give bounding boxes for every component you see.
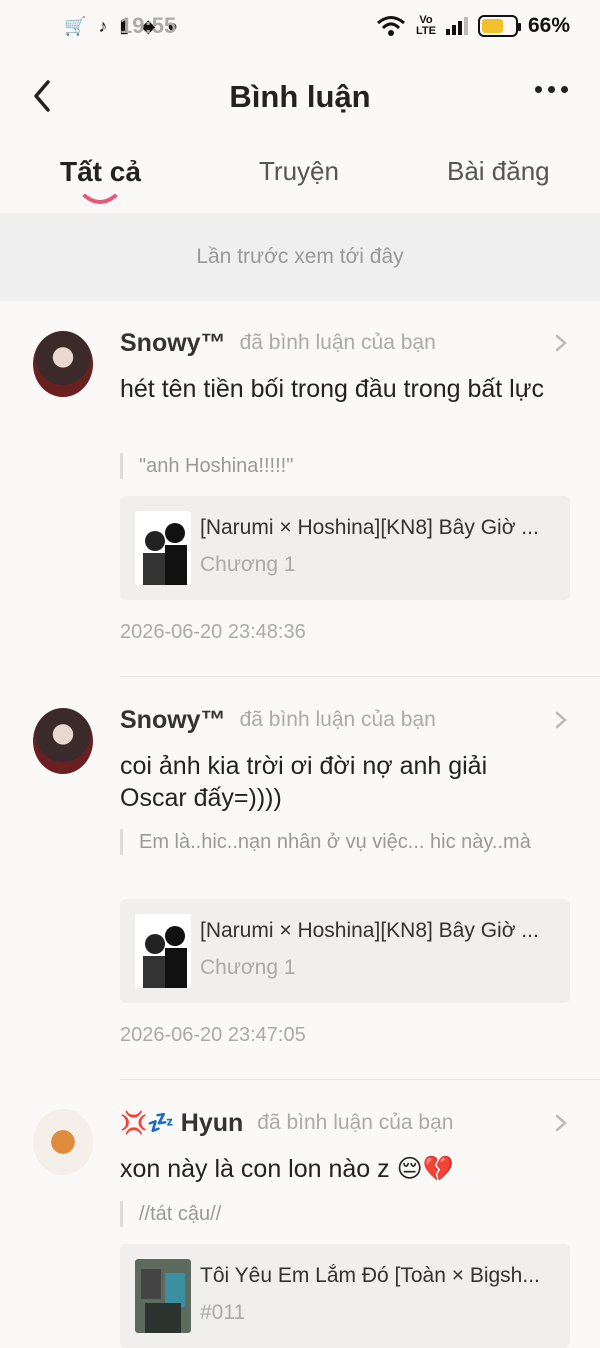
comment-text: xon này là con lon nào z 😔💔 [120,1155,454,1183]
chapter-label: #011 [200,1301,246,1324]
system-icons: Vo LTE 66% [376,14,570,38]
app-header: Bình luận [0,52,600,142]
status-time: 19:55 [120,13,177,38]
comment-timestamp: 2026-06-20 23:47:05 [120,1024,306,1046]
story-card[interactable]: Tôi Yêu Em Lắm Đó [Toàn × Bigsh... #011 [120,1244,570,1348]
story-thumbnail [135,914,191,988]
tab-posts[interactable]: Bài đăng [447,156,550,187]
chapter-label: Chương 1 [200,956,296,979]
volte-icon: Vo LTE [416,14,436,37]
comment-header: Snowy™ đã bình luận của bạn [120,325,436,361]
last-seen-notice: Lần trước xem tới đây [0,213,600,301]
comment-timestamp: 2026-06-20 23:48:36 [120,621,306,643]
tab-stories[interactable]: Truyện [259,156,339,187]
story-title: Tôi Yêu Em Lắm Đó [Toàn × Bigsh... [200,1264,540,1287]
story-card[interactable]: [Narumi × Hoshina][KN8] Bây Giờ ... Chươ… [120,899,570,1003]
action-text: đã bình luận của bạn [257,1111,454,1134]
action-text: đã bình luận của bạn [239,331,436,354]
battery-percent: 66% [527,14,570,37]
story-title: [Narumi × Hoshina][KN8] Bây Giờ ... [200,516,539,539]
chevron-right-icon[interactable] [554,710,568,730]
quoted-text: Em là..hic..nạn nhân ở vụ việc... hic nà… [120,829,560,855]
comment-text: coi ảnh kia trời ơi đời nợ anh giải Osca… [120,752,488,812]
avatar[interactable] [33,331,93,397]
chevron-right-icon[interactable] [554,333,568,353]
quoted-text: "anh Hoshina!!!!!" [120,453,560,479]
battery-icon [477,15,521,37]
username[interactable]: Snowy™ [120,329,226,358]
chapter-label: Chương 1 [200,553,296,576]
signal-icon [445,17,468,35]
divider [120,676,600,677]
comment-header: 💢💤 Hyun đã bình luận của bạn [120,1105,453,1141]
tab-bar: Tất cả Truyện Bài đăng [0,142,600,212]
username[interactable]: Snowy™ [120,706,226,735]
comment-item[interactable]: 💢💤 Hyun đã bình luận của bạn xon này là … [0,1105,600,1348]
username[interactable]: Hyun [181,1109,244,1138]
comment-item[interactable]: Snowy™ đã bình luận của bạn coi ảnh kia … [0,702,600,1082]
back-icon[interactable] [28,76,58,116]
story-title: [Narumi × Hoshina][KN8] Bây Giờ ... [200,919,539,942]
active-tab-indicator [83,194,117,204]
story-thumbnail [135,1259,191,1333]
wifi-icon [377,16,405,36]
tab-all[interactable]: Tất cả [60,156,141,188]
status-bar: 19:55 🛒 ♪ ▮ ◆ ● Vo LTE 66% [0,0,600,52]
avatar[interactable] [33,1109,93,1175]
story-thumbnail [135,511,191,585]
shopping-cart-icon: 🛒 [64,15,87,36]
page-title: Bình luận [229,79,371,114]
more-options-icon[interactable] [535,86,568,93]
quoted-text: //tát cậu// [120,1201,560,1227]
comment-item[interactable]: Snowy™ đã bình luận của bạn hét tên tiền… [0,325,600,677]
user-prefix-emoji: 💢💤 [120,1110,175,1135]
tiktok-icon: ♪ [98,15,108,36]
chevron-right-icon[interactable] [554,1113,568,1133]
story-card[interactable]: [Narumi × Hoshina][KN8] Bây Giờ ... Chươ… [120,496,570,600]
action-text: đã bình luận của bạn [239,708,436,731]
comment-text: hét tên tiền bối trong đầu trong bất lực [120,375,544,403]
divider [120,1079,600,1080]
avatar[interactable] [33,708,93,774]
comment-header: Snowy™ đã bình luận của bạn [120,702,436,738]
